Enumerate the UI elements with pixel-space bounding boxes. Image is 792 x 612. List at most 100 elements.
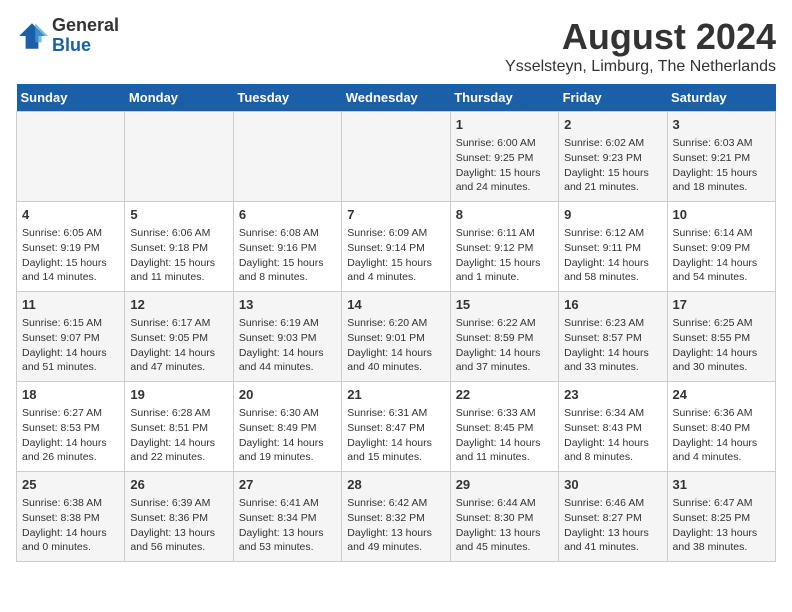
day-number: 24 bbox=[673, 386, 770, 404]
calendar-cell: 9 Sunrise: 6:12 AM Sunset: 9:11 PM Daylig… bbox=[559, 202, 667, 292]
day-info: Sunrise: 6:41 AM Sunset: 8:34 PM Dayligh… bbox=[239, 496, 336, 555]
calendar-cell: 8Sunrise: 6:11 AM Sunset: 9:12 PM Daylig… bbox=[450, 202, 558, 292]
calendar-cell: 13Sunrise: 6:19 AM Sunset: 9:03 PM Dayli… bbox=[233, 292, 341, 382]
day-number: 28 bbox=[347, 476, 444, 494]
calendar-cell: 31 Sunrise: 6:47 AM Sunset: 8:25 PM Dayli… bbox=[667, 472, 775, 562]
calendar-cell: 15 Sunrise: 6:22 AM Sunset: 8:59 PM Dayli… bbox=[450, 292, 558, 382]
calendar-cell bbox=[233, 112, 341, 202]
calendar-cell: 25Sunrise: 6:38 AM Sunset: 8:38 PM Dayli… bbox=[17, 472, 125, 562]
day-info: Sunrise: 6:31 AM Sunset: 8:47 PM Dayligh… bbox=[347, 406, 444, 465]
column-header-sunday: Sunday bbox=[17, 84, 125, 112]
column-header-saturday: Saturday bbox=[667, 84, 775, 112]
calendar-cell: 6 Sunrise: 6:08 AM Sunset: 9:16 PM Daylig… bbox=[233, 202, 341, 292]
logo-general-text: General bbox=[52, 16, 119, 36]
day-number: 18 bbox=[22, 386, 119, 404]
calendar-cell bbox=[17, 112, 125, 202]
day-number: 13 bbox=[239, 296, 336, 314]
column-header-friday: Friday bbox=[559, 84, 667, 112]
day-info: Sunrise: 6:34 AM Sunset: 8:43 PM Dayligh… bbox=[564, 406, 661, 465]
day-info: Sunrise: 6:06 AM Sunset: 9:18 PM Dayligh… bbox=[130, 226, 227, 285]
day-number: 6 bbox=[239, 206, 336, 224]
page-header: General Blue August 2024 Ysselsteyn, Lim… bbox=[16, 16, 776, 76]
day-number: 23 bbox=[564, 386, 661, 404]
day-number: 15 bbox=[456, 296, 553, 314]
day-info: Sunrise: 6:05 AM Sunset: 9:19 PM Dayligh… bbox=[22, 226, 119, 285]
day-info: Sunrise: 6:22 AM Sunset: 8:59 PM Dayligh… bbox=[456, 316, 553, 375]
day-info: Sunrise: 6:39 AM Sunset: 8:36 PM Dayligh… bbox=[130, 496, 227, 555]
day-number: 2 bbox=[564, 116, 661, 134]
calendar-cell: 2 Sunrise: 6:02 AM Sunset: 9:23 PM Daylig… bbox=[559, 112, 667, 202]
day-info: Sunrise: 6:30 AM Sunset: 8:49 PM Dayligh… bbox=[239, 406, 336, 465]
logo-blue-text: Blue bbox=[52, 36, 119, 56]
day-number: 20 bbox=[239, 386, 336, 404]
calendar-cell bbox=[125, 112, 233, 202]
calendar-table: SundayMondayTuesdayWednesdayThursdayFrid… bbox=[16, 84, 776, 562]
day-number: 16 bbox=[564, 296, 661, 314]
calendar-cell: 17Sunrise: 6:25 AM Sunset: 8:55 PM Dayli… bbox=[667, 292, 775, 382]
day-number: 22 bbox=[456, 386, 553, 404]
day-info: Sunrise: 6:09 AM Sunset: 9:14 PM Dayligh… bbox=[347, 226, 444, 285]
calendar-week-row: 11 Sunrise: 6:15 AM Sunset: 9:07 PM Dayli… bbox=[17, 292, 776, 382]
day-info: Sunrise: 6:46 AM Sunset: 8:27 PM Dayligh… bbox=[564, 496, 661, 555]
day-number: 5 bbox=[130, 206, 227, 224]
day-info: Sunrise: 6:23 AM Sunset: 8:57 PM Dayligh… bbox=[564, 316, 661, 375]
logo: General Blue bbox=[16, 16, 119, 56]
calendar-cell: 18Sunrise: 6:27 AM Sunset: 8:53 PM Dayli… bbox=[17, 382, 125, 472]
day-number: 21 bbox=[347, 386, 444, 404]
calendar-cell: 14Sunrise: 6:20 AM Sunset: 9:01 PM Dayli… bbox=[342, 292, 450, 382]
calendar-cell: 3 Sunrise: 6:03 AM Sunset: 9:21 PM Daylig… bbox=[667, 112, 775, 202]
day-number: 17 bbox=[673, 296, 770, 314]
calendar-cell: 1Sunrise: 6:00 AM Sunset: 9:25 PM Daylig… bbox=[450, 112, 558, 202]
calendar-cell: 28 Sunrise: 6:42 AM Sunset: 8:32 PM Dayli… bbox=[342, 472, 450, 562]
column-header-thursday: Thursday bbox=[450, 84, 558, 112]
calendar-cell: 24 Sunrise: 6:36 AM Sunset: 8:40 PM Dayli… bbox=[667, 382, 775, 472]
calendar-week-row: 4Sunrise: 6:05 AM Sunset: 9:19 PM Daylig… bbox=[17, 202, 776, 292]
day-info: Sunrise: 6:17 AM Sunset: 9:05 PM Dayligh… bbox=[130, 316, 227, 375]
day-info: Sunrise: 6:36 AM Sunset: 8:40 PM Dayligh… bbox=[673, 406, 770, 465]
day-info: Sunrise: 6:14 AM Sunset: 9:09 PM Dayligh… bbox=[673, 226, 770, 285]
day-number: 31 bbox=[673, 476, 770, 494]
calendar-cell: 29 Sunrise: 6:44 AM Sunset: 8:30 PM Dayli… bbox=[450, 472, 558, 562]
day-info: Sunrise: 6:28 AM Sunset: 8:51 PM Dayligh… bbox=[130, 406, 227, 465]
calendar-cell: 16 Sunrise: 6:23 AM Sunset: 8:57 PM Dayli… bbox=[559, 292, 667, 382]
calendar-cell: 5 Sunrise: 6:06 AM Sunset: 9:18 PM Daylig… bbox=[125, 202, 233, 292]
day-number: 30 bbox=[564, 476, 661, 494]
day-info: Sunrise: 6:11 AM Sunset: 9:12 PM Dayligh… bbox=[456, 226, 553, 285]
calendar-cell: 30 Sunrise: 6:46 AM Sunset: 8:27 PM Dayli… bbox=[559, 472, 667, 562]
calendar-cell: 23 Sunrise: 6:34 AM Sunset: 8:43 PM Dayli… bbox=[559, 382, 667, 472]
day-info: Sunrise: 6:03 AM Sunset: 9:21 PM Dayligh… bbox=[673, 136, 770, 195]
logo-icon bbox=[16, 20, 48, 52]
day-number: 27 bbox=[239, 476, 336, 494]
day-info: Sunrise: 6:42 AM Sunset: 8:32 PM Dayligh… bbox=[347, 496, 444, 555]
title-block: August 2024 Ysselsteyn, Limburg, The Net… bbox=[505, 16, 776, 76]
day-number: 14 bbox=[347, 296, 444, 314]
day-number: 10 bbox=[673, 206, 770, 224]
calendar-week-row: 25Sunrise: 6:38 AM Sunset: 8:38 PM Dayli… bbox=[17, 472, 776, 562]
header-row: SundayMondayTuesdayWednesdayThursdayFrid… bbox=[17, 84, 776, 112]
calendar-cell: 11 Sunrise: 6:15 AM Sunset: 9:07 PM Dayli… bbox=[17, 292, 125, 382]
calendar-week-row: 1Sunrise: 6:00 AM Sunset: 9:25 PM Daylig… bbox=[17, 112, 776, 202]
day-number: 11 bbox=[22, 296, 119, 314]
calendar-cell: 7 Sunrise: 6:09 AM Sunset: 9:14 PM Daylig… bbox=[342, 202, 450, 292]
day-number: 29 bbox=[456, 476, 553, 494]
calendar-cell: 21 Sunrise: 6:31 AM Sunset: 8:47 PM Dayli… bbox=[342, 382, 450, 472]
day-number: 3 bbox=[673, 116, 770, 134]
day-number: 9 bbox=[564, 206, 661, 224]
day-info: Sunrise: 6:12 AM Sunset: 9:11 PM Dayligh… bbox=[564, 226, 661, 285]
day-number: 25 bbox=[22, 476, 119, 494]
calendar-cell: 10 Sunrise: 6:14 AM Sunset: 9:09 PM Dayli… bbox=[667, 202, 775, 292]
calendar-cell: 22Sunrise: 6:33 AM Sunset: 8:45 PM Dayli… bbox=[450, 382, 558, 472]
day-info: Sunrise: 6:44 AM Sunset: 8:30 PM Dayligh… bbox=[456, 496, 553, 555]
day-info: Sunrise: 6:08 AM Sunset: 9:16 PM Dayligh… bbox=[239, 226, 336, 285]
day-number: 19 bbox=[130, 386, 227, 404]
day-info: Sunrise: 6:15 AM Sunset: 9:07 PM Dayligh… bbox=[22, 316, 119, 375]
day-number: 7 bbox=[347, 206, 444, 224]
column-header-wednesday: Wednesday bbox=[342, 84, 450, 112]
calendar-cell: 12Sunrise: 6:17 AM Sunset: 9:05 PM Dayli… bbox=[125, 292, 233, 382]
calendar-cell: 26 Sunrise: 6:39 AM Sunset: 8:36 PM Dayli… bbox=[125, 472, 233, 562]
day-number: 1 bbox=[456, 116, 553, 134]
subtitle: Ysselsteyn, Limburg, The Netherlands bbox=[505, 58, 776, 76]
day-number: 26 bbox=[130, 476, 227, 494]
day-info: Sunrise: 6:47 AM Sunset: 8:25 PM Dayligh… bbox=[673, 496, 770, 555]
day-info: Sunrise: 6:02 AM Sunset: 9:23 PM Dayligh… bbox=[564, 136, 661, 195]
